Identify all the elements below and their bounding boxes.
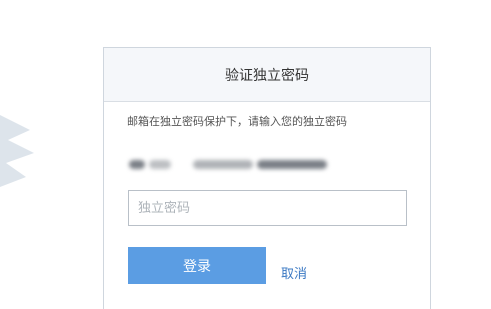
redacted-segment bbox=[257, 159, 327, 169]
dialog-title: 验证独立密码 bbox=[225, 67, 309, 84]
password-input[interactable] bbox=[128, 190, 407, 226]
redacted-segment bbox=[149, 159, 171, 169]
page: 验证独立密码 邮箱在独立密码保护下，请输入您的独立密码 登录 取消 bbox=[0, 0, 491, 309]
account-name-redacted bbox=[129, 154, 344, 174]
background-bird-decoration bbox=[0, 115, 34, 187]
dialog-hint: 邮箱在独立密码保护下，请输入您的独立密码 bbox=[127, 115, 347, 128]
login-button-label: 登录 bbox=[183, 258, 211, 275]
login-button[interactable]: 登录 bbox=[128, 247, 266, 284]
redacted-segment bbox=[129, 159, 145, 169]
verify-password-dialog: 验证独立密码 邮箱在独立密码保护下，请输入您的独立密码 登录 取消 bbox=[103, 47, 431, 309]
dialog-header: 验证独立密码 bbox=[104, 48, 430, 102]
redacted-segment bbox=[193, 159, 253, 169]
cancel-link[interactable]: 取消 bbox=[281, 263, 307, 282]
